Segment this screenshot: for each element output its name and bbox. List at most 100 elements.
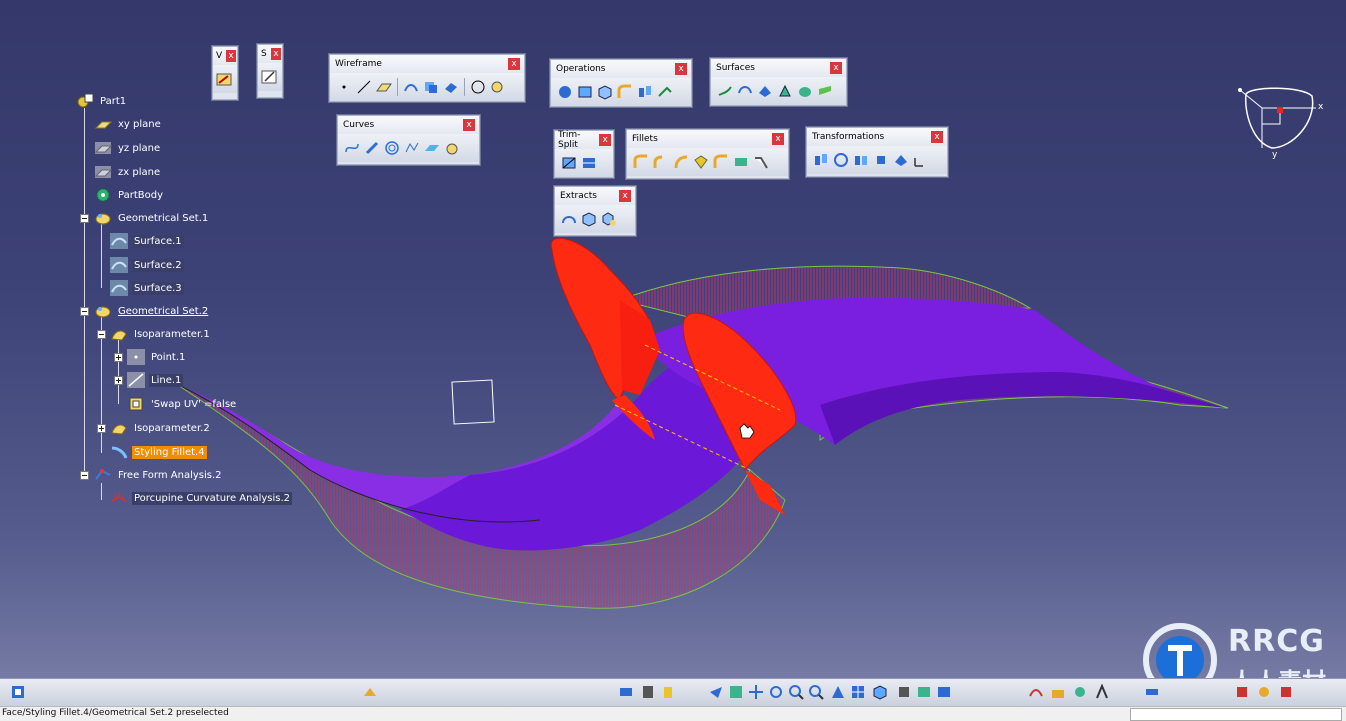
toolbar-wireframe[interactable]: Wireframe x: [329, 54, 525, 102]
close-button[interactable]: x: [772, 133, 784, 145]
shape-fillet-icon[interactable]: [632, 153, 650, 171]
tree-node-geo-set-2[interactable]: Geometrical Set.2: [94, 302, 210, 320]
toolbar-surfaces[interactable]: Surfaces x: [710, 58, 847, 106]
circle-icon[interactable]: [469, 78, 487, 96]
tree-node-porcupine[interactable]: Porcupine Curvature Analysis.2: [110, 489, 293, 507]
tree-node-isoparameter-2[interactable]: Isoparameter.2: [110, 419, 212, 437]
toolbar-extracts[interactable]: Extracts x: [554, 186, 636, 236]
extract-icon[interactable]: [580, 210, 598, 228]
tree-node-yz-plane[interactable]: yz plane: [94, 139, 162, 157]
translate-icon[interactable]: [812, 151, 830, 169]
expand-toggle[interactable]: [97, 424, 106, 433]
dress-up-icon[interactable]: [1234, 684, 1250, 700]
tree-node-surface-3[interactable]: Surface.3: [110, 279, 184, 297]
toolbar-transformations[interactable]: Transformations x: [806, 127, 948, 177]
tree-node-line-1[interactable]: Line.1: [127, 371, 184, 389]
spline-icon[interactable]: [343, 139, 361, 157]
projection-icon[interactable]: [402, 78, 420, 96]
hide-show-icon[interactable]: [916, 684, 932, 700]
tree-node-isoparameter-1[interactable]: Isoparameter.1: [110, 325, 212, 343]
tree-node-partbody[interactable]: PartBody: [94, 186, 165, 204]
close-button[interactable]: x: [508, 58, 520, 70]
sketcher-icon[interactable]: [260, 68, 278, 86]
toolbar-v[interactable]: Vx: [212, 46, 238, 100]
close-button[interactable]: x: [931, 131, 943, 143]
tree-icon[interactable]: [10, 684, 26, 700]
extrapolate-icon[interactable]: [656, 83, 674, 101]
close-button[interactable]: x: [830, 62, 842, 74]
compass-widget[interactable]: x y: [1232, 82, 1328, 162]
analysis-icon[interactable]: [1028, 684, 1044, 700]
toolbar-trim-split[interactable]: Trim-Split x: [554, 130, 614, 178]
expand-toggle[interactable]: [114, 353, 123, 362]
point-icon[interactable]: [335, 78, 353, 96]
close-button[interactable]: x: [599, 134, 611, 146]
tree-node-styling-fillet[interactable]: Styling Fillet.4: [110, 443, 207, 461]
tritangent-fillet-icon[interactable]: [712, 153, 730, 171]
split-icon[interactable]: [560, 154, 578, 172]
fit-all-icon[interactable]: [728, 684, 744, 700]
multi-view-icon[interactable]: [850, 684, 866, 700]
sketch-icon[interactable]: [215, 70, 233, 88]
mapping-icon[interactable]: [1278, 684, 1294, 700]
affinity-icon[interactable]: [892, 151, 910, 169]
trim-icon[interactable]: [580, 154, 598, 172]
pan-icon[interactable]: [748, 684, 764, 700]
multiple-extract-icon[interactable]: [600, 210, 618, 228]
distance-icon[interactable]: [1072, 684, 1088, 700]
blend-icon[interactable]: [816, 82, 834, 100]
rotate-icon[interactable]: [832, 151, 850, 169]
tree-node-free-form-analysis[interactable]: Free Form Analysis.2: [94, 466, 224, 484]
extrude-icon[interactable]: [716, 82, 734, 100]
corner-icon[interactable]: [489, 78, 507, 96]
3d-viewport[interactable]: Part1 xy plane yz plane zx plane PartBod…: [0, 0, 1346, 678]
normal-view-icon[interactable]: [830, 684, 846, 700]
extract-icon[interactable]: [596, 83, 614, 101]
face-fillet-icon[interactable]: [692, 153, 710, 171]
toolbar-operations[interactable]: Operations x: [550, 59, 692, 107]
update-icon[interactable]: [362, 684, 378, 700]
apply-material-icon[interactable]: [1256, 684, 1272, 700]
tree-node-xy-plane[interactable]: xy plane: [94, 115, 163, 133]
close-button[interactable]: x: [463, 119, 475, 131]
close-button[interactable]: x: [271, 48, 281, 60]
paste-icon[interactable]: [660, 684, 676, 700]
collapse-toggle[interactable]: [80, 307, 89, 316]
plane-icon[interactable]: [375, 78, 393, 96]
offset-curve-icon[interactable]: [442, 78, 460, 96]
connect-curve-icon[interactable]: [443, 139, 461, 157]
boundary-icon[interactable]: [560, 210, 578, 228]
spine-icon[interactable]: [403, 139, 421, 157]
fly-mode-icon[interactable]: [708, 684, 724, 700]
isoparameter-icon[interactable]: [423, 139, 441, 157]
tree-node-point-1[interactable]: Point.1: [127, 348, 187, 366]
line-icon[interactable]: [355, 78, 373, 96]
tree-node-zx-plane[interactable]: zx plane: [94, 163, 162, 181]
spiral-icon[interactable]: [383, 139, 401, 157]
measure-icon[interactable]: [1144, 684, 1160, 700]
expand-toggle[interactable]: [114, 376, 123, 385]
close-button[interactable]: x: [226, 50, 236, 62]
axis-to-axis-icon[interactable]: [912, 151, 930, 169]
intersection-icon[interactable]: [422, 78, 440, 96]
chordal-fillet-icon[interactable]: [752, 153, 770, 171]
zoom-in-icon[interactable]: [788, 684, 804, 700]
symmetry-icon[interactable]: [852, 151, 870, 169]
toolbar-s[interactable]: Sx: [257, 44, 283, 98]
close-button[interactable]: x: [675, 63, 687, 75]
collapse-toggle[interactable]: [80, 471, 89, 480]
sweep-icon[interactable]: [756, 82, 774, 100]
tree-node-geo-set-1[interactable]: Geometrical Set.1: [94, 209, 210, 227]
helix-icon[interactable]: [363, 139, 381, 157]
copy-icon[interactable]: [640, 684, 656, 700]
join-icon[interactable]: [556, 83, 574, 101]
shading-icon[interactable]: [896, 684, 912, 700]
loft-icon[interactable]: [796, 82, 814, 100]
tree-node-surface-2[interactable]: Surface.2: [110, 256, 184, 274]
iso-view-icon[interactable]: [872, 684, 888, 700]
styling-fillet-icon[interactable]: [732, 153, 750, 171]
command-input[interactable]: [1130, 708, 1342, 721]
close-button[interactable]: x: [619, 190, 631, 202]
edge-fillet-icon[interactable]: [652, 153, 670, 171]
toolbar-curves[interactable]: Curves x: [337, 115, 480, 165]
